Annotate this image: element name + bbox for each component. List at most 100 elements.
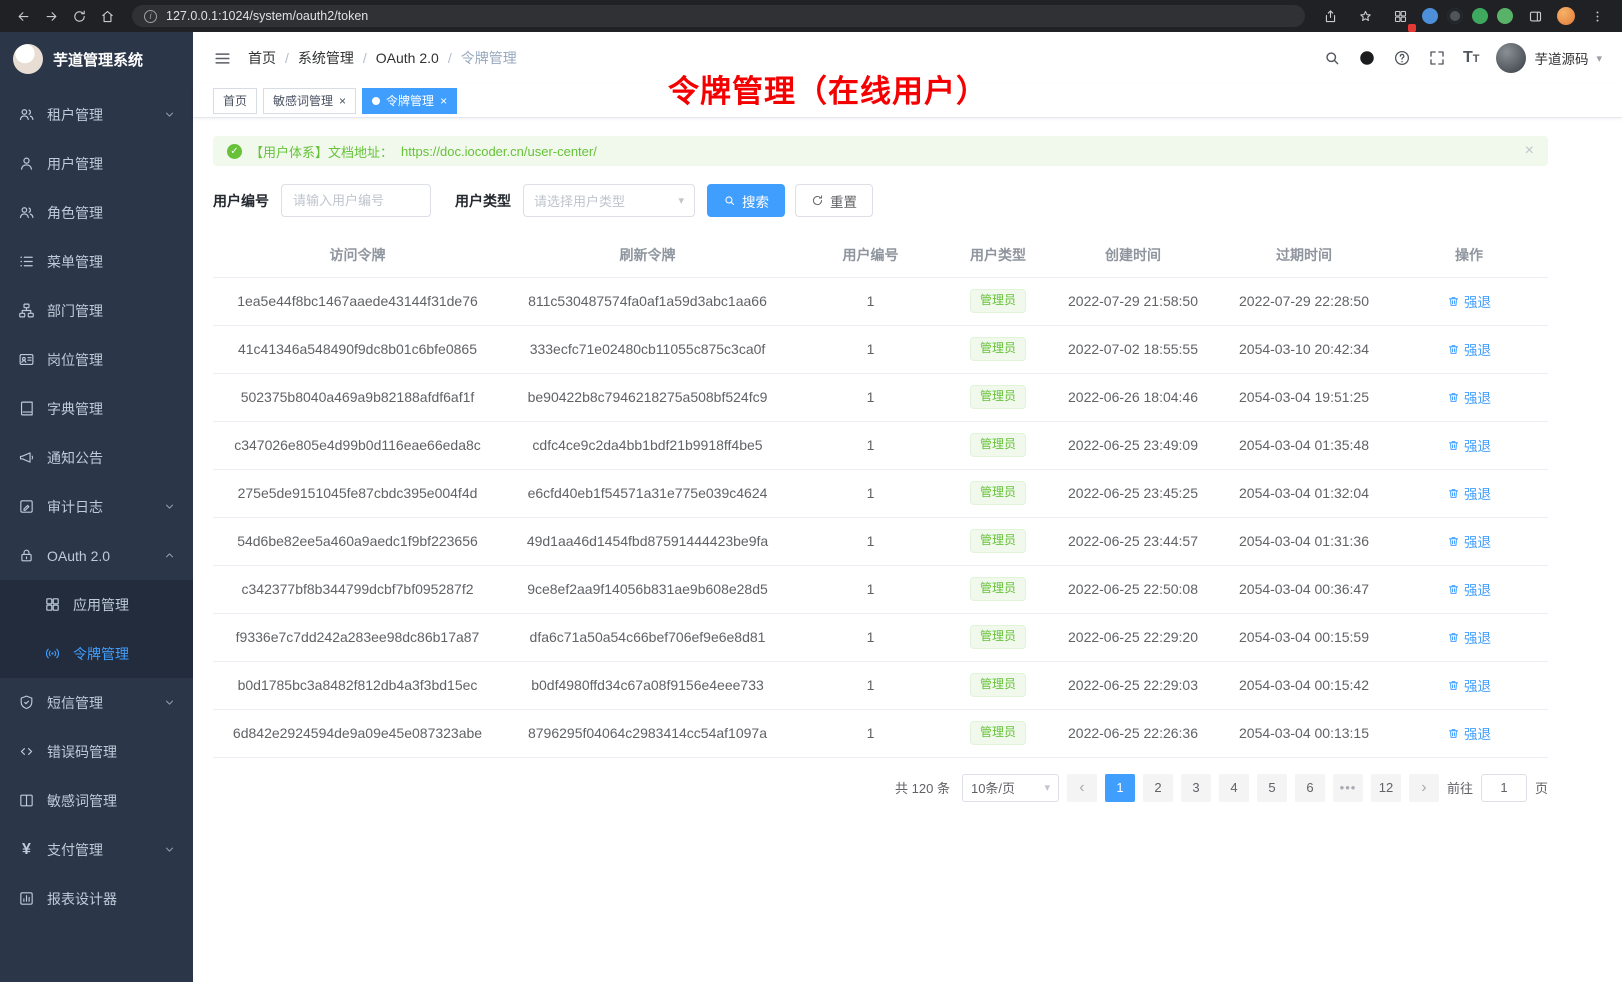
force-logout-button[interactable]: 强退	[1447, 531, 1491, 551]
force-logout-button[interactable]: 强退	[1447, 339, 1491, 359]
search-icon[interactable]	[1323, 49, 1341, 67]
sidebar-item-role[interactable]: 角色管理	[0, 188, 193, 237]
close-icon[interactable]: ×	[339, 95, 346, 107]
page-button-1[interactable]: 1	[1105, 774, 1135, 802]
github-icon[interactable]	[1358, 49, 1376, 67]
force-logout-button[interactable]: 强退	[1447, 675, 1491, 695]
breadcrumb-system[interactable]: 系统管理	[298, 48, 354, 68]
page-button-5[interactable]: 5	[1257, 774, 1287, 802]
font-size-icon[interactable]: TT	[1463, 49, 1480, 67]
extension-icon-dark[interactable]	[1447, 8, 1463, 24]
user-menu[interactable]: 芋道源码 ▾	[1496, 43, 1602, 73]
more-pages-button[interactable]: •••	[1333, 774, 1363, 802]
close-icon[interactable]: ×	[440, 95, 447, 107]
search-button[interactable]: 搜索	[707, 184, 785, 217]
goto-page-input[interactable]	[1481, 774, 1527, 802]
sidebar-item-report-designer[interactable]: 报表设计器	[0, 874, 193, 923]
sidebar-item-oauth2[interactable]: OAuth 2.0	[0, 531, 193, 580]
sidebar-item-menu[interactable]: 菜单管理	[0, 237, 193, 286]
doc-alert: ✓ 【用户体系】文档地址： https://doc.iocoder.cn/use…	[213, 136, 1548, 166]
browser-menu-icon[interactable]	[1584, 3, 1610, 29]
force-logout-button[interactable]: 强退	[1447, 723, 1491, 743]
user-type-cell: 管理员	[948, 709, 1048, 757]
tab-token[interactable]: 令牌管理 ×	[362, 88, 457, 114]
table-row: 275e5de9151045fe87cbdc395e004f4d e6cfd40…	[213, 469, 1548, 517]
prev-page-button[interactable]: ‹	[1067, 774, 1097, 802]
browser-actions	[1317, 3, 1612, 29]
back-icon[interactable]	[10, 3, 36, 29]
sidebar-collapse-icon[interactable]	[213, 49, 232, 68]
user-type-badge: 管理员	[970, 625, 1026, 649]
app-logo-area[interactable]: 芋道管理系统	[0, 32, 193, 86]
expire-time-cell: 2054-03-04 01:35:48	[1218, 421, 1390, 469]
trash-icon	[1447, 439, 1460, 452]
chevron-down-icon	[164, 501, 175, 512]
create-time-cell: 2022-06-25 22:29:03	[1048, 661, 1218, 709]
home-icon[interactable]	[94, 3, 120, 29]
sidebar-item-tenant[interactable]: 租户管理	[0, 90, 193, 139]
extension-badge	[1408, 24, 1416, 32]
sidebar-item-dept[interactable]: 部门管理	[0, 286, 193, 335]
sidebar-item-post[interactable]: 岗位管理	[0, 335, 193, 384]
sidebar-item-dict[interactable]: 字典管理	[0, 384, 193, 433]
refresh-token-cell: 9ce8ef2aa9f14056b831ae9b608e28d5	[502, 565, 793, 613]
refresh-token-cell: 811c530487574fa0af1a59d3abc1aa66	[502, 277, 793, 325]
user-id-cell: 1	[793, 709, 948, 757]
side-panel-icon[interactable]	[1522, 3, 1548, 29]
create-time-cell: 2022-06-25 23:49:09	[1048, 421, 1218, 469]
sidebar-item-notice[interactable]: 通知公告	[0, 433, 193, 482]
sidebar-item-oauth2-app[interactable]: 应用管理	[0, 580, 193, 629]
user-type-badge: 管理员	[970, 433, 1026, 457]
extension-icon-green[interactable]	[1472, 8, 1488, 24]
sidebar-item-pay[interactable]: ¥ 支付管理	[0, 825, 193, 874]
sidebar-item-sms[interactable]: 短信管理	[0, 678, 193, 727]
help-icon[interactable]	[1393, 49, 1411, 67]
page-size-select[interactable]: 10条/页 ▾	[962, 774, 1059, 802]
user-id-input[interactable]	[281, 184, 431, 217]
force-logout-button[interactable]: 强退	[1447, 627, 1491, 647]
report-icon	[18, 890, 35, 907]
force-logout-button[interactable]: 强退	[1447, 291, 1491, 311]
user-type-select[interactable]: 请选择用户类型 ▾	[523, 184, 695, 217]
col-refresh-token: 刷新令牌	[502, 233, 793, 277]
sidebar-item-error-code[interactable]: 错误码管理	[0, 727, 193, 776]
sidebar-item-user[interactable]: 用户管理	[0, 139, 193, 188]
user-name: 芋道源码	[1534, 48, 1588, 68]
tab-sensitive-word[interactable]: 敏感词管理 ×	[263, 88, 356, 114]
next-page-button[interactable]: ›	[1409, 774, 1439, 802]
trash-icon	[1447, 391, 1460, 404]
tab-home[interactable]: 首页	[213, 88, 257, 114]
force-logout-button[interactable]: 强退	[1447, 483, 1491, 503]
page-button-6[interactable]: 6	[1295, 774, 1325, 802]
force-logout-button[interactable]: 强退	[1447, 387, 1491, 407]
extension-icon-blue[interactable]	[1422, 8, 1438, 24]
bookmark-star-icon[interactable]	[1352, 3, 1378, 29]
address-bar[interactable]: i 127.0.0.1:1024/system/oauth2/token	[132, 5, 1305, 27]
refresh-token-cell: e6cfd40eb1f54571a31e775e039c4624	[502, 469, 793, 517]
extensions-icon[interactable]	[1387, 3, 1413, 29]
user-id-cell: 1	[793, 277, 948, 325]
site-info-icon[interactable]: i	[144, 10, 157, 23]
page-button-4[interactable]: 4	[1219, 774, 1249, 802]
page-button-3[interactable]: 3	[1181, 774, 1211, 802]
share-icon[interactable]	[1317, 3, 1343, 29]
refresh-token-cell: cdfc4ce9c2da4bb1bdf21b9918ff4be5	[502, 421, 793, 469]
force-logout-button[interactable]: 强退	[1447, 579, 1491, 599]
browser-profile-avatar[interactable]	[1557, 7, 1575, 25]
breadcrumb-oauth2[interactable]: OAuth 2.0	[376, 50, 439, 66]
page-button-2[interactable]: 2	[1143, 774, 1173, 802]
alert-close-icon[interactable]: ×	[1525, 143, 1534, 159]
sidebar-item-oauth2-token[interactable]: 令牌管理	[0, 629, 193, 678]
breadcrumb-home[interactable]: 首页	[248, 48, 276, 68]
reload-icon[interactable]	[66, 3, 92, 29]
page-button-12[interactable]: 12	[1371, 774, 1401, 802]
sidebar-item-sensitive-word[interactable]: 敏感词管理	[0, 776, 193, 825]
forward-icon[interactable]	[38, 3, 64, 29]
fullscreen-icon[interactable]	[1428, 49, 1446, 67]
sidebar-item-audit-log[interactable]: 审计日志	[0, 482, 193, 531]
force-logout-button[interactable]: 强退	[1447, 435, 1491, 455]
list-icon	[18, 253, 35, 270]
reset-button[interactable]: 重置	[795, 184, 873, 217]
doc-link[interactable]: https://doc.iocoder.cn/user-center/	[401, 144, 597, 159]
extension-icon-teal[interactable]	[1497, 8, 1513, 24]
